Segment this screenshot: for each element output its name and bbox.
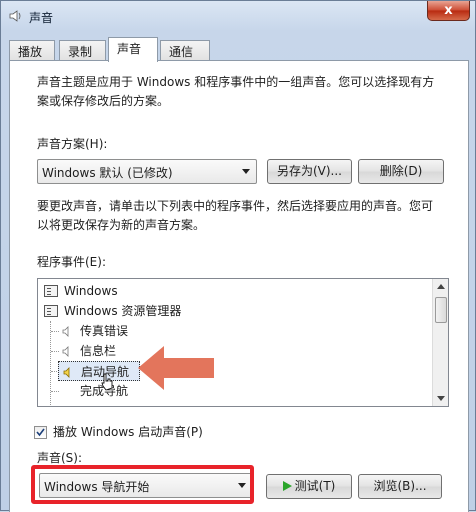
- scheme-label: 声音方案(H):: [37, 137, 108, 151]
- list-item[interactable]: 传真错误: [38, 321, 428, 341]
- list-item[interactable]: Windows 资源管理器: [38, 301, 428, 321]
- scheme-combobox[interactable]: Windows 默认 (已修改): [37, 159, 257, 184]
- chevron-down-icon: [437, 396, 445, 401]
- scheme-selected: Windows 默认 (已修改): [42, 166, 173, 180]
- test-button-label: 测试(T): [294, 479, 336, 493]
- speaker-icon: [62, 326, 69, 337]
- list-item-selected[interactable]: 启动导航: [58, 361, 140, 381]
- scroll-down-button[interactable]: [433, 390, 448, 406]
- tab-recording[interactable]: 录制: [59, 40, 106, 61]
- delete-button[interactable]: 删除(D): [358, 159, 444, 184]
- title-bar: 声音 x: [1, 1, 475, 33]
- change-hint-line-2: 以将更改保存为新的声音方案。: [37, 218, 206, 232]
- intro-line-1: 声音主题是应用于 Windows 和程序事件中的一组声音。您可以选择现有方: [37, 75, 435, 89]
- list-item[interactable]: 信息栏: [38, 341, 428, 361]
- window-title: 声音: [29, 11, 54, 25]
- close-button[interactable]: x: [427, 1, 470, 21]
- change-hint-line-1: 要更改声音，请单击以下列表中的程序事件，然后选择要应用的声音。您可: [37, 199, 434, 213]
- save-as-button[interactable]: 另存为(V)...: [267, 159, 352, 184]
- window-icon: [44, 285, 58, 297]
- sound-dialog: 声音 x 播放 录制 声音 通信 声音主题是应用于 Windows 和程序事件中…: [0, 0, 476, 512]
- annotation-arrow-icon: [138, 346, 214, 390]
- speaker-icon: [63, 367, 70, 378]
- scroll-thumb[interactable]: [435, 297, 447, 323]
- window-icon: [44, 305, 58, 317]
- cursor-hand-icon: [101, 373, 113, 391]
- speaker-icon: [62, 346, 69, 357]
- scroll-up-button[interactable]: [433, 279, 448, 295]
- list-scrollbar[interactable]: [432, 279, 448, 406]
- list-item[interactable]: Windows: [38, 281, 428, 301]
- checkmark-icon: [36, 428, 45, 437]
- list-item[interactable]: 完成导航: [38, 381, 428, 401]
- play-icon: [282, 481, 292, 491]
- events-label: 程序事件(E):: [37, 255, 106, 269]
- startup-sound-label[interactable]: 播放 Windows 启动声音(P): [53, 423, 203, 442]
- intro-line-2: 案或保存修改后的方案。: [37, 94, 170, 108]
- chevron-down-icon: [242, 169, 250, 174]
- speaker-icon: [9, 10, 21, 22]
- chevron-up-icon: [437, 284, 445, 289]
- highlight-box: [31, 465, 254, 504]
- change-hint-text: 要更改声音，请单击以下列表中的程序事件，然后选择要应用的声音。您可 以将更改保存…: [37, 197, 433, 235]
- program-events-list[interactable]: Windows Windows 资源管理器 传真错误 信息栏 启动导航 完成导航: [37, 278, 449, 407]
- test-button[interactable]: 测试(T): [266, 474, 352, 499]
- tab-sounds[interactable]: 声音: [108, 37, 158, 62]
- intro-text: 声音主题是应用于 Windows 和程序事件中的一组声音。您可以选择现有方 案或…: [37, 73, 434, 111]
- tab-playback[interactable]: 播放: [9, 40, 55, 61]
- tab-communications[interactable]: 通信: [160, 40, 210, 61]
- browse-button[interactable]: 浏览(B)...: [358, 474, 442, 499]
- startup-sound-checkbox[interactable]: [34, 426, 47, 439]
- tab-strip: 播放 录制 声音 通信: [9, 37, 469, 62]
